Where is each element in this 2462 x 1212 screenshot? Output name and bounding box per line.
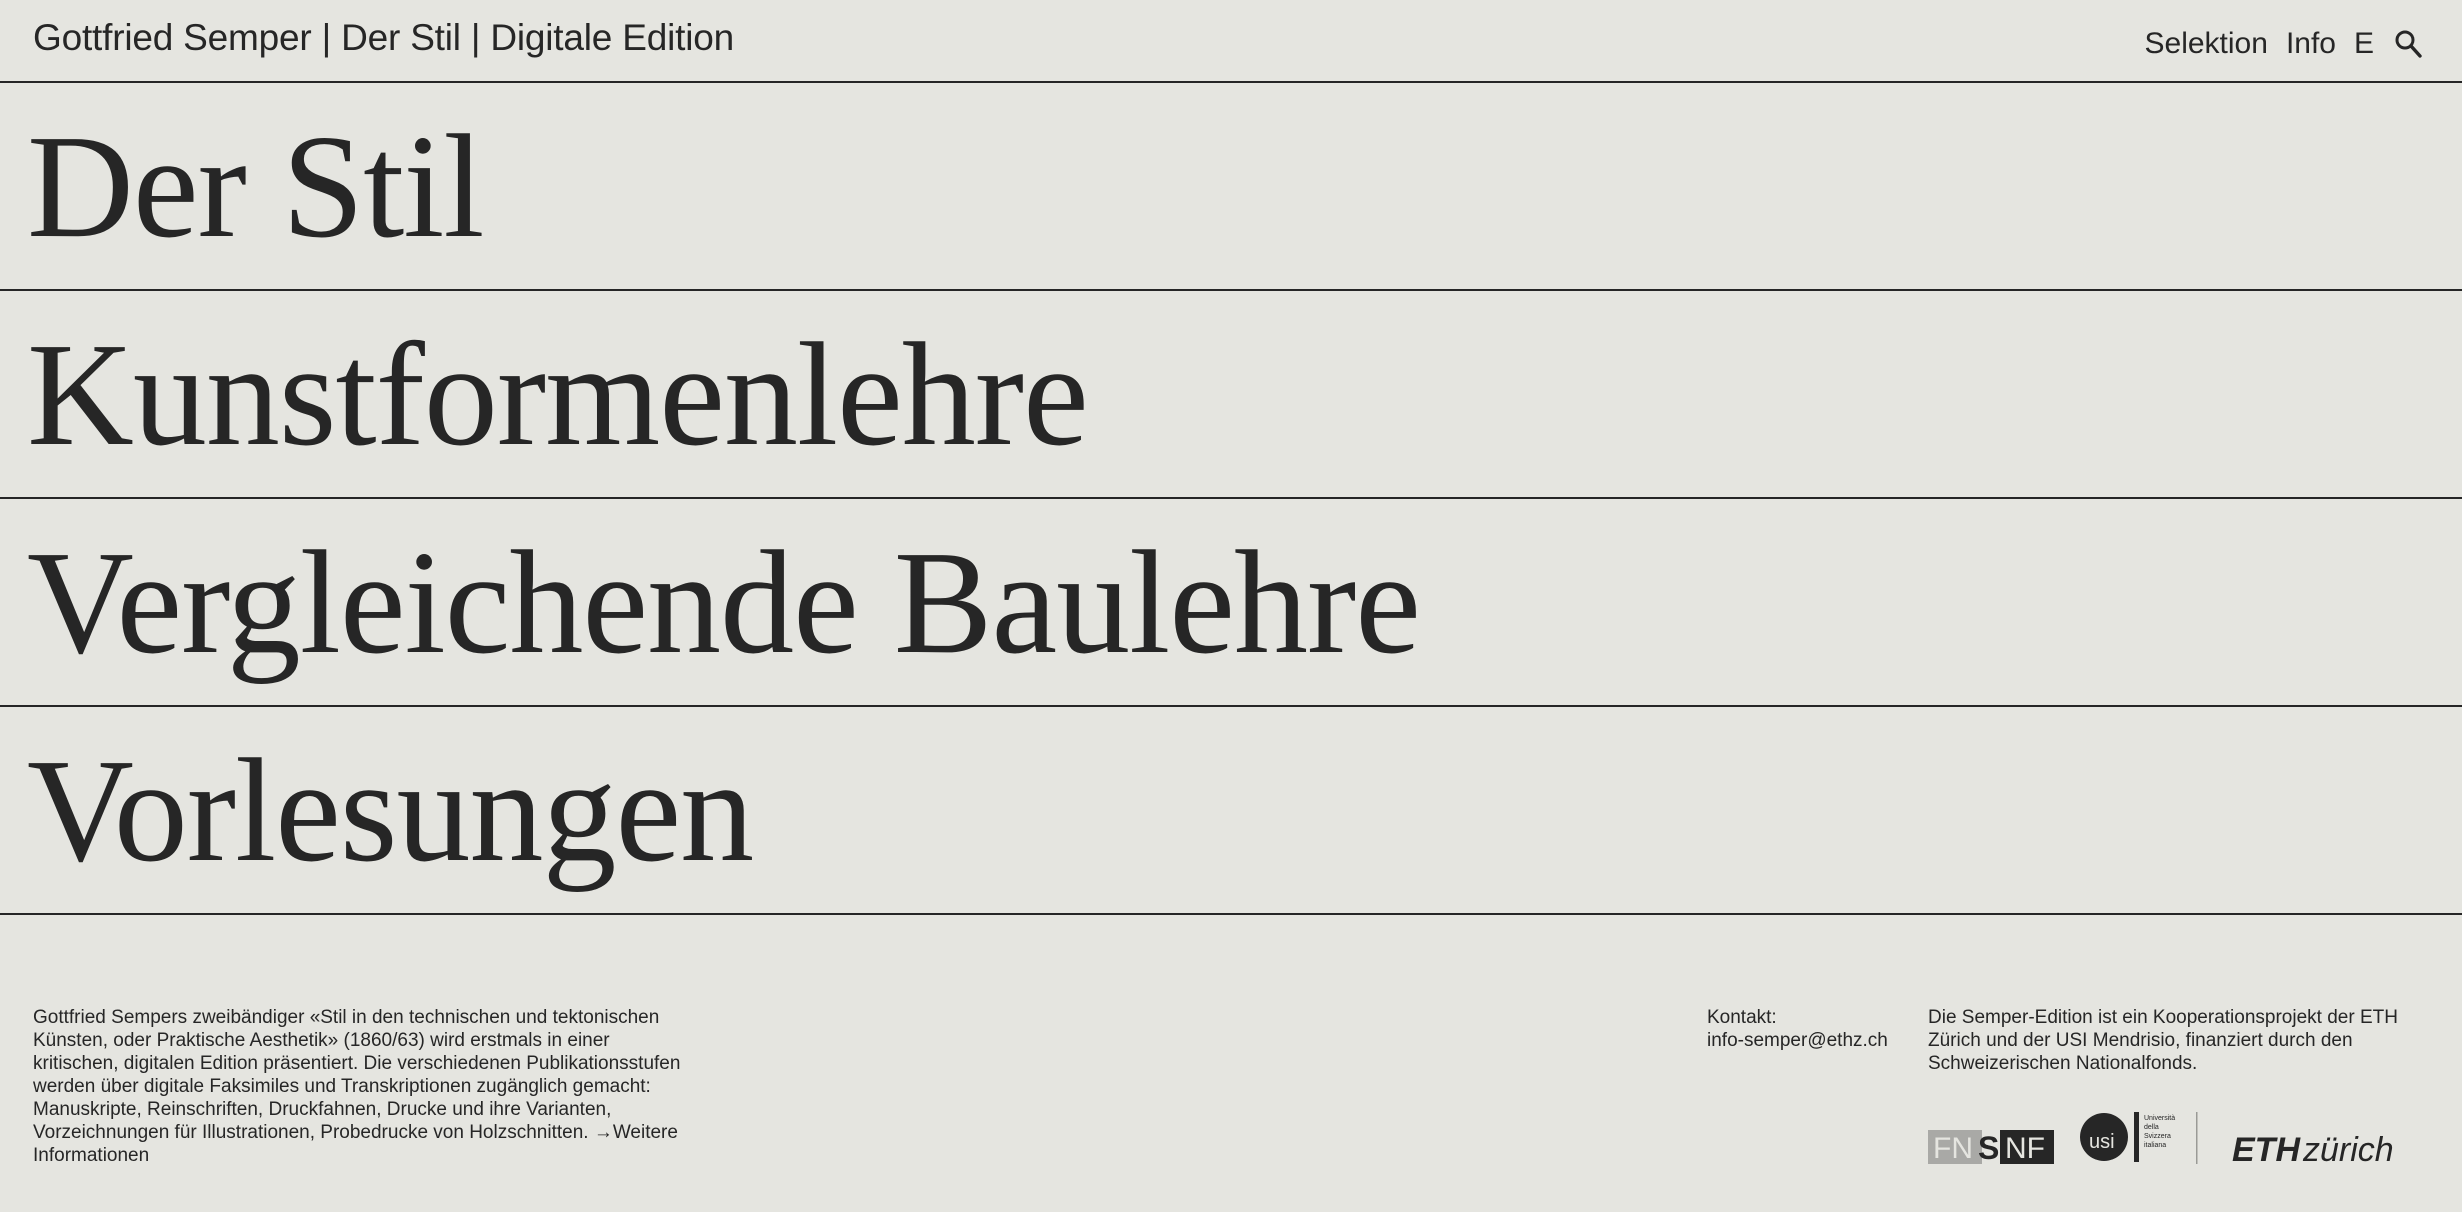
snf-logo-graphic: FN S NF [1928,1130,2054,1166]
snf-logo-text-2: S [1978,1130,1999,1164]
usi-logo-text-2: della [2144,1124,2159,1131]
usi-logo[interactable]: usi Università della Svizzera italiana [2080,1112,2210,1170]
snf-logo-text-1: FN [1933,1132,1973,1164]
eth-logo-graphic: ETH zürich [2232,1131,2394,1169]
section-vorlesungen: Vorlesungen [0,707,2462,915]
footer-description-text: Gottfried Sempers zweibändiger «Stil in … [33,1007,681,1143]
footer-contact: Kontakt: info-semper@ethz.ch [1707,1006,1888,1052]
usi-logo-graphic: usi Università della Svizzera italiana [2080,1112,2198,1164]
nav-selektion[interactable]: Selektion [2145,24,2268,64]
cooperation-text: Die Semper-Edition ist ein Kooperationsp… [1928,1007,2398,1074]
eth-zurich-logo[interactable]: ETH zürich [2232,1128,2404,1169]
language-switch[interactable]: E [2354,24,2374,64]
partner-logos: FN S NF usi Università della Svizzera it… [1928,1108,2408,1170]
section-link-vorlesungen[interactable]: Vorlesungen [27,707,754,913]
section-der-stil: Der Stil [0,83,2462,291]
search-icon[interactable] [2394,29,2422,59]
contact-email-link[interactable]: info-semper@ethz.ch [1707,1030,1888,1051]
contact-label: Kontakt: [1707,1007,1777,1028]
main-nav: Selektion Info E [2145,24,2422,64]
footer-description: Gottfried Sempers zweibändiger «Stil in … [33,1006,693,1167]
nav-info[interactable]: Info [2286,24,2336,64]
usi-logo-text-1: Università [2144,1115,2175,1122]
eth-logo-text-1: ETH [2232,1131,2301,1168]
search-icon-glyph [2395,30,2422,58]
snf-logo-text-3: NF [2005,1132,2045,1164]
eth-logo-text-2: zürich [2302,1131,2394,1168]
usi-logo-text-4: italiana [2144,1142,2166,1149]
section-link-vergleichende-baulehre[interactable]: Vergleichende Baulehre [27,499,1421,705]
usi-logo-letters: usi [2089,1131,2115,1153]
site-header: Gottfried Semper | Der Stil | Digitale E… [0,0,2462,83]
section-vergleichende-baulehre: Vergleichende Baulehre [0,499,2462,707]
section-link-der-stil[interactable]: Der Stil [27,83,485,289]
section-link-kunstformenlehre[interactable]: Kunstformenlehre [27,291,1089,497]
snf-logo[interactable]: FN S NF [1928,1130,2054,1166]
site-title-link[interactable]: Gottfried Semper | Der Stil | Digitale E… [33,14,734,62]
usi-logo-text-3: Svizzera [2144,1133,2171,1140]
section-kunstformenlehre: Kunstformenlehre [0,291,2462,499]
